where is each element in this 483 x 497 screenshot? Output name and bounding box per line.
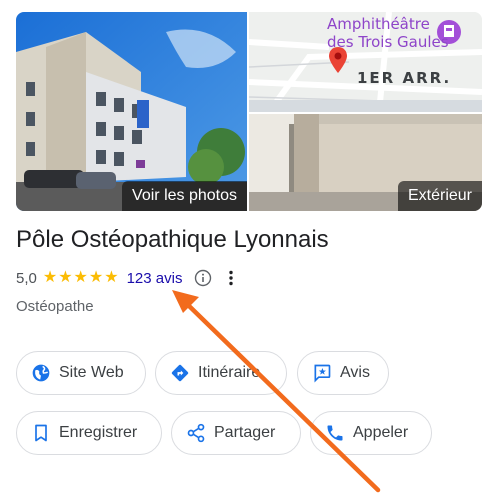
website-label: Site Web [59, 364, 124, 381]
share-button[interactable]: Partager [171, 411, 301, 455]
place-category: Ostéopathe [16, 298, 94, 315]
more-options-icon[interactable] [224, 269, 238, 287]
map-thumbnail[interactable]: Amphithéâtre des Trois Gaules 1ER ARR. [249, 12, 482, 112]
map-district-label: 1ER ARR. [357, 69, 452, 87]
website-button[interactable]: Site Web [16, 351, 146, 395]
map-poi-line1: Amphithéâtre [327, 15, 430, 33]
main-photo[interactable]: Voir les photos [16, 12, 247, 211]
star-icon: ★ [42, 269, 58, 286]
place-title: Pôle Ostéopathique Lyonnais [16, 226, 329, 253]
map-pin-icon [329, 47, 347, 73]
globe-icon [32, 364, 50, 382]
exterior-label: Extérieur [397, 181, 482, 211]
star-icon: ★ [58, 269, 73, 286]
rating-row: 5,0 ★ ★ ★ ★ ★ 123 avis [16, 268, 238, 288]
view-photos-label: Voir les photos [122, 181, 247, 211]
call-button[interactable]: Appeler [310, 411, 432, 455]
save-label: Enregistrer [59, 424, 138, 441]
bookmark-icon [35, 424, 47, 442]
map-poi-label: Amphithéâtre des Trois Gaules [327, 15, 449, 51]
star-rating: ★ ★ ★ ★ ★ [43, 270, 119, 286]
reviews-link[interactable]: 123 avis [127, 270, 183, 287]
star-icon: ★ [73, 269, 88, 286]
directions-button[interactable]: Itinéraire [155, 351, 287, 395]
review-label: Avis [340, 364, 370, 381]
star-icon: ★ [88, 269, 104, 286]
save-button[interactable]: Enregistrer [16, 411, 162, 455]
rating-value: 5,0 [16, 269, 37, 287]
share-icon [187, 423, 205, 443]
directions-label: Itinéraire [198, 364, 261, 381]
directions-icon [171, 364, 189, 382]
exterior-photo[interactable]: Extérieur [249, 114, 482, 211]
share-label: Partager [214, 424, 276, 441]
write-review-button[interactable]: Avis [297, 351, 389, 395]
phone-icon [327, 425, 343, 441]
star-icon: ★ [104, 269, 119, 286]
review-icon [314, 364, 331, 383]
call-label: Appeler [353, 424, 409, 441]
info-icon[interactable] [194, 269, 212, 287]
